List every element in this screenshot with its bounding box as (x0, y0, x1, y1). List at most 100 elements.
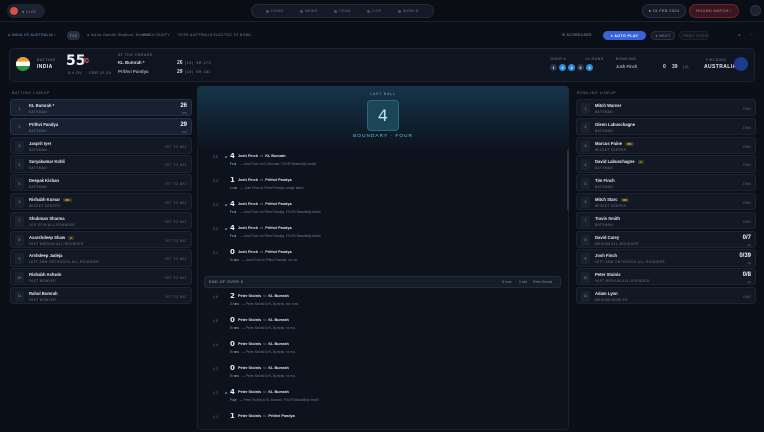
avatar[interactable] (750, 5, 761, 16)
current-bowler: Josh Finch (616, 64, 638, 69)
over-runs-label: 13 RUNS (585, 57, 604, 61)
player-row[interactable]: 3 Marcus Paine WK WICKET KEEPER DNB (576, 136, 756, 154)
more-icon[interactable]: ⋯ (750, 33, 754, 37)
auto-play-button[interactable]: ● AUTO PLAY (603, 31, 646, 40)
commentary-item[interactable]: 4.5 0 Peter Stoinis to KL Bumrah 0 runs — Pete… (205, 316, 560, 336)
next-button[interactable]: ● NEXT (651, 31, 675, 40)
player-name-text: Adam Lyon (595, 290, 618, 296)
player-row[interactable]: 4 David Labuschagne C BATSMAN DNB (576, 155, 756, 173)
player-status: YET TO BAT (164, 257, 187, 262)
player-row[interactable]: 7 Shubman Sharma LEG SPIN ALL-ROUNDER YET T… (10, 211, 192, 230)
toss-label: TOSS AUSTRALIA ELECTED TO BOWL (178, 33, 252, 37)
nav-news[interactable]: NEWS (299, 9, 318, 13)
player-row[interactable]: 10 Peter Stoinis FAST MEDIUM ALL-ROUNDER 0/… (576, 268, 756, 286)
player-row[interactable]: 2 Glenn Labuschagne BATSMAN DNB (576, 117, 756, 136)
player-name: Travis Smith (595, 216, 620, 221)
player-name: Jasprit Iyer (29, 141, 51, 146)
player-role: LEG SPIN ALL-ROUNDER (29, 222, 76, 227)
player-row[interactable]: 10 Rishabh Ashwin FAST BOWLER YET TO BAT (10, 268, 192, 286)
commentary-item[interactable]: 4.1 1 Peter Stoinis to Prithvi Pandya (205, 412, 560, 432)
player-row[interactable]: 9 Josh Finch LEFT ARM ORTHODOX ALL-ROUNDER… (576, 249, 756, 267)
ball-number: 4.2 (213, 391, 218, 395)
batter-name: KL Bumrah (268, 342, 289, 346)
player-role: FAST MEDIUM ALL-ROUNDER (29, 241, 84, 246)
player-row[interactable]: 6 Mitch Starc WK WICKET KEEPER DNB (576, 192, 756, 211)
commentary-item[interactable]: 4.3 0 Peter Stoinis to KL Bumrah 0 runs — Pete… (205, 364, 560, 384)
player-status: DNB (743, 200, 751, 205)
player-name-text: Shubman Sharma (29, 215, 65, 221)
australia-flag-icon (734, 57, 748, 71)
bowler-name: Peter Stoinis (238, 318, 262, 322)
commentary-item[interactable]: 5.2 4 Josh Finch to Prithvi Pandya Four — Josh… (205, 224, 560, 244)
player-row[interactable]: 8 David Carey MEDIUM ALL-ROUNDER 0/7 (1) (576, 230, 756, 248)
ball-number: 5.5 (213, 155, 218, 159)
player-row[interactable]: 11 Rahul Bumrah FAST BOWLER YET TO BAT (10, 286, 192, 305)
player-row[interactable]: 11 Adam Lyon MEDIUM BOWLER DNB (576, 286, 756, 305)
player-row[interactable]: 1 Mitch Warner BATSMAN DNB (576, 99, 756, 117)
bowler-name: Josh Finch (238, 202, 259, 206)
commentary-item[interactable]: 4.6 2 Peter Stoinis to KL Bumrah 2 runs — Pete… (205, 292, 560, 312)
nav-world[interactable]: WORLD (397, 9, 419, 13)
round-match-button[interactable]: ROUND MATCH › (689, 4, 739, 18)
series-link[interactable]: ● INDIA VS AUSTRALIA › (8, 33, 56, 37)
player-name-text: Arshdeep Jadeja (29, 253, 63, 259)
player-row[interactable]: 6 Rishabh Kumar WK WICKET KEEPER YET TO BAT (10, 192, 192, 211)
player-name-text: David Labuschagne (595, 159, 635, 165)
ball-2: 4 (559, 64, 566, 71)
commentary-item[interactable]: 5.5 4 Josh Finch to KL Bumrah Four — Josh Finc… (205, 152, 560, 172)
nav-live[interactable]: LIVE (367, 9, 382, 13)
player-role: FAST BOWLER (29, 297, 57, 302)
player-stat: 29 (180, 121, 187, 128)
player-row[interactable]: 2 Prithvi Pandya BATSMAN 29 (16) (10, 117, 192, 136)
scorecard-button[interactable]: ⊟ SCORECARD (562, 33, 592, 37)
nav-team[interactable]: TEAM (333, 9, 351, 13)
commentary-item[interactable]: 5.4 1 Josh Finch to Prithvi Pandya 1 run — Jos… (205, 176, 560, 196)
prev-over-button[interactable]: ◦ PREV OVER (679, 31, 709, 40)
nav-home-label: HOME (271, 9, 284, 13)
player-name-text: Prithvi Pandya (29, 121, 59, 127)
player-name-text: Deepak Kishan (29, 178, 60, 184)
commentary-item[interactable]: 5.3 4 Josh Finch to Prithvi Pandya Four — Josh… (205, 200, 560, 220)
player-row[interactable]: 1 KL Bumrah * BATSMAN 26 (15) (10, 99, 192, 117)
commentary-item[interactable]: 5.1 0 Josh Finch to Prithvi Pandya 0 runs — Jo… (205, 248, 560, 268)
commentary-scrollbar[interactable] (567, 150, 569, 210)
app-logo[interactable]: ● LIVE (7, 4, 45, 18)
player-row[interactable]: 8 Axarshdeep Shaw C FAST MEDIUM ALL-ROUNDER… (10, 230, 192, 248)
player-row[interactable]: 5 Deepak Kishan BATSMAN YET TO BAT (10, 174, 192, 192)
batter-name: Prithvi Pandya (265, 226, 292, 230)
ball-matchup: Peter Stoinis to KL Bumrah (238, 318, 289, 322)
player-role: BATSMAN (29, 110, 47, 114)
commentary-item[interactable]: 4.2 4 Peter Stoinis to KL Bumrah Four — Peter … (205, 388, 560, 408)
player-stat: 0/7 (742, 234, 751, 241)
player-name: KL Bumrah * (29, 103, 54, 108)
batting-lineup: 1 KL Bumrah * BATSMAN 26 (15) 2 Prithvi Pandya… (10, 99, 192, 306)
player-name-text: KL Bumrah * (29, 103, 55, 108)
close-icon[interactable]: ✕ (738, 33, 741, 37)
batter-name: Prithvi Pandya (265, 202, 292, 206)
ball-matchup: Peter Stoinis to KL Bumrah (238, 294, 289, 298)
player-row[interactable]: 4 Suryakumar Kohli BATSMAN YET TO BAT (10, 155, 192, 173)
ball-runs: 1 (230, 176, 235, 184)
player-row[interactable]: 9 Arshdeep Jadeja LEFT ARM ORTHODOX ALL-RO… (10, 249, 192, 267)
player-name-text: Rishabh Kumar (29, 196, 60, 202)
ball-result-label: 1 run (230, 186, 238, 190)
player-row[interactable]: 3 Jasprit Iyer BATSMAN YET TO BAT (10, 136, 192, 154)
ball-runs: 4 (230, 200, 235, 208)
player-name: Tim Finch (595, 178, 615, 183)
commentary-item[interactable]: 4.4 0 Peter Stoinis to KL Bumrah 0 runs — Pete… (205, 340, 560, 360)
player-name: Deepak Kishan (29, 178, 59, 183)
to-label: to (263, 390, 267, 394)
nav-home[interactable]: HOME (266, 9, 284, 13)
boundary-dot-icon (225, 228, 227, 230)
nav-news-label: NEWS (304, 9, 318, 13)
player-role: BATSMAN (595, 128, 613, 133)
player-status: DNB (743, 219, 751, 224)
player-name: Peter Stoinis (595, 272, 621, 277)
ball-result-label: 2 runs (230, 302, 239, 306)
player-row[interactable]: 7 Travis Smith BATSMAN DNB (576, 211, 756, 230)
date-pill[interactable]: ● 15 FEB 2024 (642, 4, 686, 18)
player-row[interactable]: 5 Tim Finch BATSMAN DNB (576, 174, 756, 192)
player-name: Mitch Warner (595, 103, 621, 108)
player-role: BATSMAN (29, 128, 47, 133)
player-name-text: Tim Finch (595, 178, 615, 184)
